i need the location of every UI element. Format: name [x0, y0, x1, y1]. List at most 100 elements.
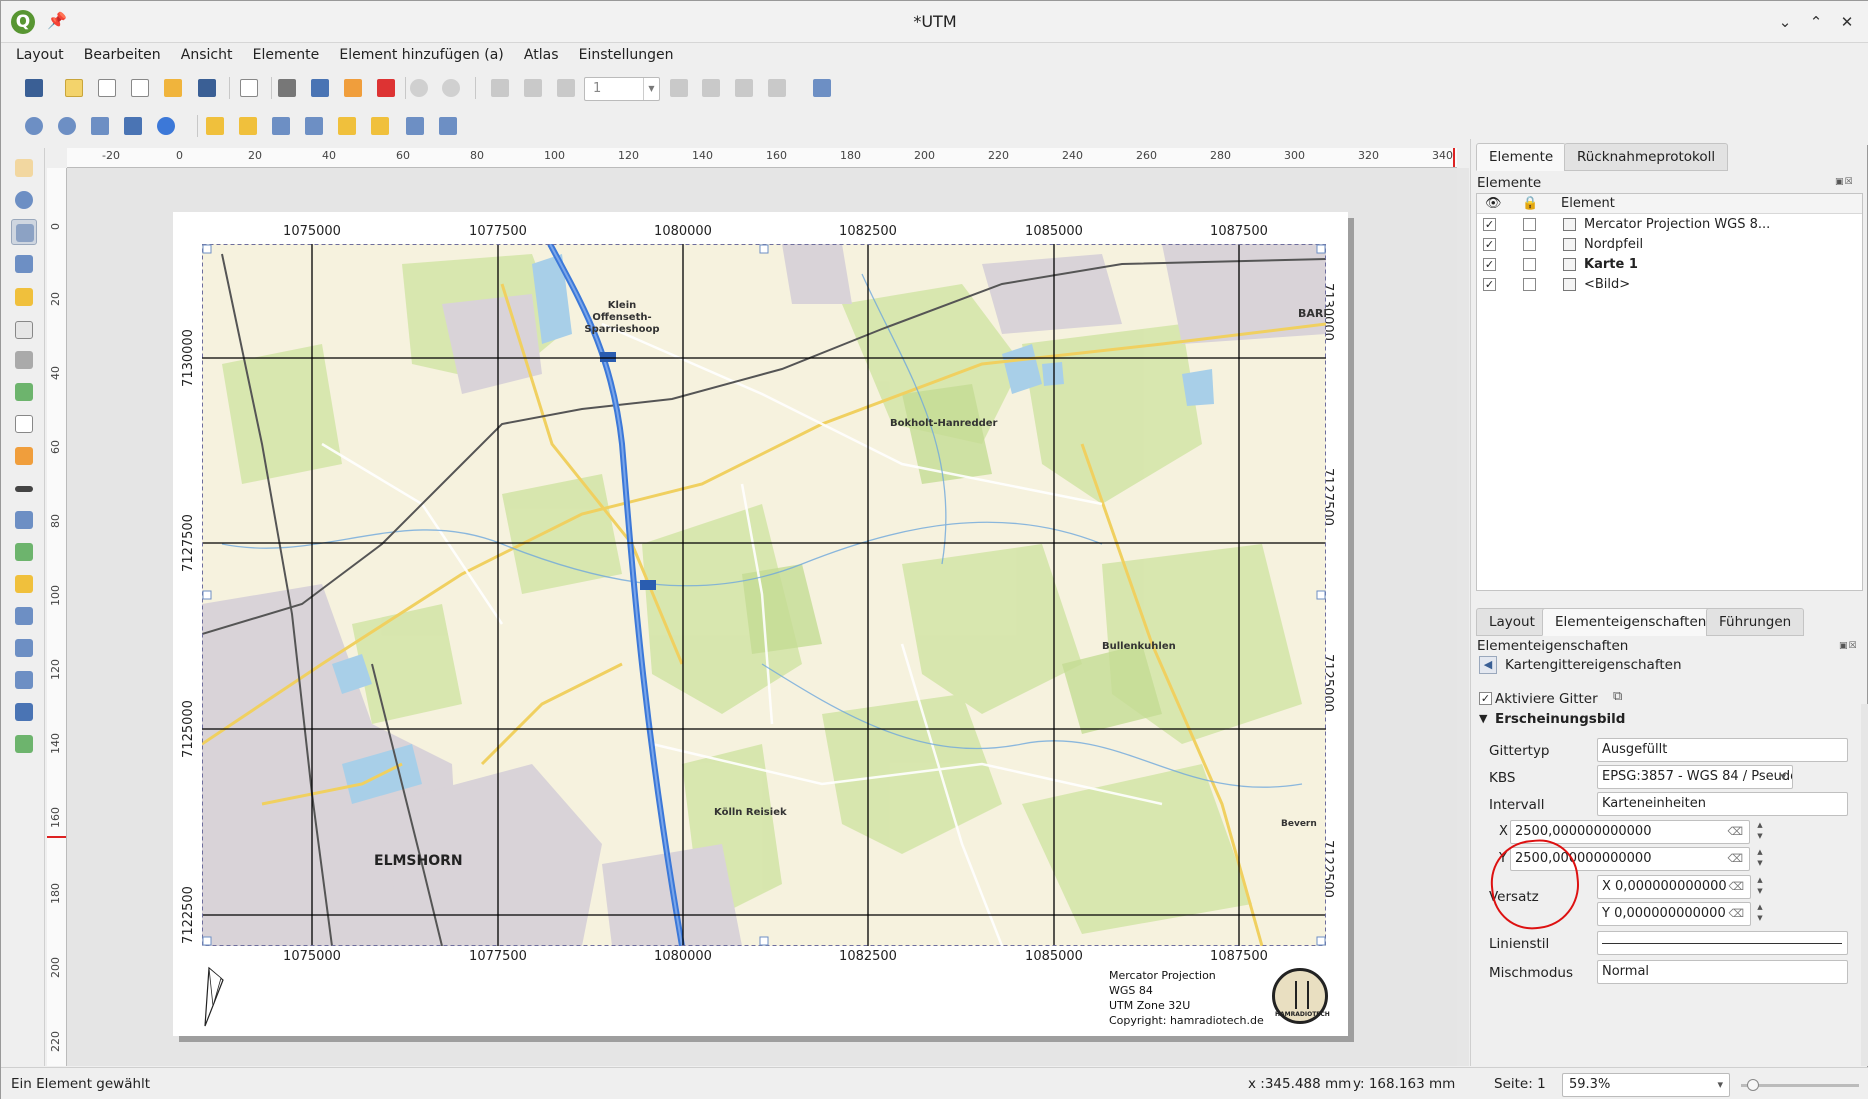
pan-icon[interactable]: [11, 155, 37, 181]
align-items-icon[interactable]: [367, 114, 393, 138]
layout-page[interactable]: 1075000 1077500 1080000 1082500 1085000 …: [173, 212, 1348, 1036]
zoom-tool-icon[interactable]: [11, 187, 37, 213]
tab-ruecknahmeprotokoll[interactable]: Rücknahmeprotokoll: [1564, 143, 1729, 171]
add-polyline-icon[interactable]: [11, 603, 37, 629]
tree-item[interactable]: ✓ Nordpfeil: [1477, 235, 1862, 255]
menu-bearbeiten[interactable]: Bearbeiten: [76, 43, 169, 67]
save-icon[interactable]: [21, 76, 47, 100]
section-appearance[interactable]: Erscheinungsbild: [1495, 711, 1625, 727]
first-feature-icon[interactable]: [520, 76, 546, 100]
save-template-icon[interactable]: [194, 76, 220, 100]
maximize-icon[interactable]: ⌃: [1804, 11, 1828, 33]
visibility-checkbox[interactable]: ✓: [1483, 258, 1496, 271]
properties-scrollbar[interactable]: [1861, 704, 1868, 1066]
select-move-icon[interactable]: [11, 219, 37, 245]
ungroup-items-icon[interactable]: [301, 114, 327, 138]
raise-items-icon[interactable]: [334, 114, 360, 138]
redo-icon[interactable]: [438, 76, 464, 100]
export-pdf-icon[interactable]: [373, 76, 399, 100]
blend-mode-select[interactable]: Normal: [1597, 960, 1848, 984]
zoom-full-icon[interactable]: [120, 114, 146, 138]
tab-elementeigenschaften[interactable]: Elementeigenschaften: [1542, 608, 1720, 636]
add-polygon-icon[interactable]: [11, 635, 37, 661]
visibility-checkbox[interactable]: ✓: [1483, 238, 1496, 251]
lock-checkbox[interactable]: [1523, 238, 1536, 251]
add-shape-icon[interactable]: [11, 539, 37, 565]
open-template-icon[interactable]: [160, 76, 186, 100]
menu-elemente[interactable]: Elemente: [245, 43, 328, 67]
chevron-down-icon[interactable]: ▼: [1479, 712, 1487, 725]
add-html-icon[interactable]: [11, 667, 37, 693]
print-icon[interactable]: [274, 76, 300, 100]
clear-icon[interactable]: ⌫: [1727, 848, 1743, 870]
zoom-in-icon[interactable]: [21, 114, 47, 138]
offset-x-spinbox[interactable]: X 0,000000000000 ⌫: [1597, 875, 1751, 899]
add-attribute-table-icon[interactable]: [11, 699, 37, 725]
lock-checkbox[interactable]: [1523, 278, 1536, 291]
layout-manager-icon[interactable]: [127, 76, 153, 100]
last-feature-icon[interactable]: [698, 76, 724, 100]
add-fixed-table-icon[interactable]: [11, 731, 37, 757]
edit-nodes-icon[interactable]: [11, 284, 37, 310]
slider-handle[interactable]: [1747, 1079, 1759, 1091]
group-items-icon[interactable]: [268, 114, 294, 138]
spin-arrows-icon[interactable]: ▲ ▼: [1754, 875, 1766, 899]
atlas-page-spinbox[interactable]: 1 ▼: [584, 77, 660, 101]
zoom-out-icon[interactable]: [54, 114, 80, 138]
distribute-items-icon[interactable]: [402, 114, 428, 138]
kbs-select[interactable]: EPSG:3857 - WGS 84 / Pseudo-Me: [1597, 765, 1793, 789]
spin-arrows-icon[interactable]: ▲ ▼: [1754, 847, 1766, 871]
export-atlas-icon[interactable]: [764, 76, 790, 100]
atlas-preview-icon[interactable]: [487, 76, 513, 100]
layout-canvas[interactable]: 1075000 1077500 1080000 1082500 1085000 …: [67, 168, 1457, 1066]
zoom-slider[interactable]: [1741, 1079, 1859, 1091]
add-pages-icon[interactable]: [236, 76, 262, 100]
enable-grid-checkbox[interactable]: ✓: [1479, 692, 1492, 705]
unlock-items-icon[interactable]: [235, 114, 261, 138]
offset-y-spinbox[interactable]: Y 0,000000000000 ⌫: [1597, 902, 1751, 926]
atlas-settings-icon[interactable]: [809, 76, 835, 100]
print-atlas-icon[interactable]: [731, 76, 757, 100]
zoom-100-icon[interactable]: [87, 114, 113, 138]
menu-ansicht[interactable]: Ansicht: [173, 43, 241, 67]
move-content-icon[interactable]: [11, 251, 37, 277]
clear-icon[interactable]: ⌫: [1728, 903, 1744, 925]
tree-item[interactable]: ✓ Mercator Projection WGS 8...: [1477, 215, 1862, 235]
refresh-icon[interactable]: [153, 114, 179, 138]
tab-layout[interactable]: Layout: [1476, 608, 1548, 636]
intervall-select[interactable]: Karteneinheiten: [1597, 792, 1848, 816]
clear-icon[interactable]: ⌫: [1727, 821, 1743, 843]
menu-element-hinzufuegen[interactable]: Element hinzufügen (a): [331, 43, 511, 67]
add-north-arrow-icon[interactable]: [11, 507, 37, 533]
resize-items-icon[interactable]: [435, 114, 461, 138]
tab-elemente[interactable]: Elemente: [1476, 143, 1567, 171]
hamradiotech-logo[interactable]: HAMRADIOTECH: [1272, 968, 1330, 1024]
tree-item[interactable]: ✓ <Bild>: [1477, 275, 1862, 295]
gittertyp-select[interactable]: Ausgefüllt: [1597, 738, 1848, 762]
lock-items-icon[interactable]: [202, 114, 228, 138]
lock-checkbox[interactable]: [1523, 258, 1536, 271]
add-picture-icon[interactable]: [11, 379, 37, 405]
duplicate-layout-icon[interactable]: [94, 76, 120, 100]
close-icon[interactable]: ✕: [1835, 11, 1859, 33]
export-svg-icon[interactable]: [340, 76, 366, 100]
menu-einstellungen[interactable]: Einstellungen: [571, 43, 682, 67]
add-label-icon[interactable]: [11, 411, 37, 437]
lock-checkbox[interactable]: [1523, 218, 1536, 231]
tree-item[interactable]: ✓ Karte 1: [1477, 255, 1862, 275]
chevron-down-icon[interactable]: ▼: [643, 78, 659, 100]
previous-feature-icon[interactable]: [553, 76, 579, 100]
map-item[interactable]: Klein Offenseth-Sparrieshoop Bokholt-Han…: [202, 244, 1326, 946]
visibility-checkbox[interactable]: ✓: [1483, 278, 1496, 291]
tab-fuehrungen[interactable]: Führungen: [1706, 608, 1805, 636]
canvas-scrollbar[interactable]: [1457, 168, 1469, 1066]
undo-icon[interactable]: [406, 76, 432, 100]
elements-tree[interactable]: 👁 🔒 Element ✓ Mercator Projection WGS 8.…: [1476, 193, 1863, 591]
projection-label[interactable]: Mercator Projection WGS 84 UTM Zone 32U …: [1109, 968, 1264, 1028]
minimize-icon[interactable]: ⌄: [1773, 11, 1797, 33]
line-style-button[interactable]: [1597, 931, 1848, 955]
menu-layout[interactable]: Layout: [8, 43, 72, 67]
visibility-checkbox[interactable]: ✓: [1483, 218, 1496, 231]
spin-arrows-icon[interactable]: ▲ ▼: [1754, 820, 1766, 844]
clear-icon[interactable]: ⌫: [1728, 876, 1744, 898]
